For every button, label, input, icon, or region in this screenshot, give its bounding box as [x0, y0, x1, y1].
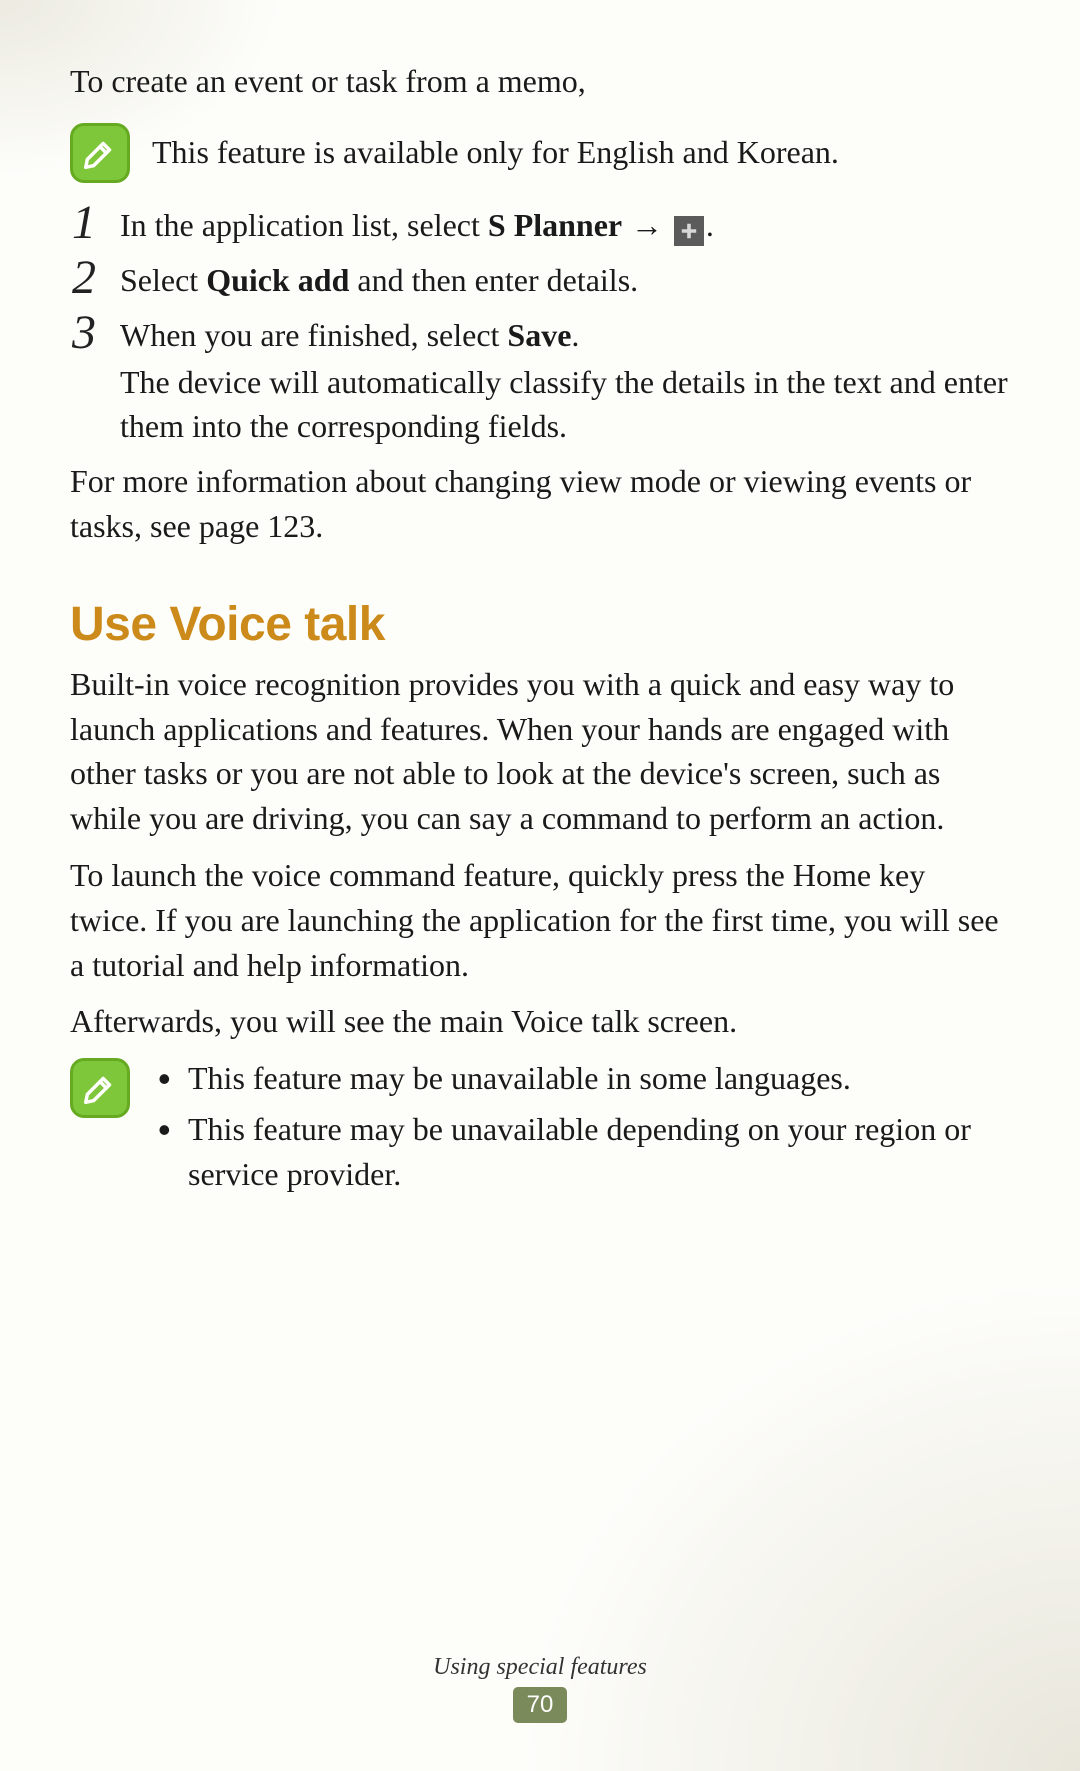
- step-3-text-a: When you are finished, select: [120, 317, 507, 353]
- step-2-text-a: Select: [120, 262, 206, 298]
- step-1-text-d: .: [706, 207, 714, 243]
- voice-paragraph-3: Afterwards, you will see the main Voice …: [70, 999, 1010, 1044]
- page-number-badge: 70: [513, 1687, 568, 1723]
- step-1-arrow: →: [622, 207, 672, 243]
- note-list-2: This feature may be unavailable in some …: [152, 1056, 1010, 1202]
- step-3-bold: Save: [507, 317, 571, 353]
- step-2-text-c: and then enter details.: [349, 262, 638, 298]
- voice-paragraph-2: To launch the voice command feature, qui…: [70, 853, 1010, 987]
- note-icon: [70, 123, 130, 183]
- step-1-text-a: In the application list, select: [120, 207, 488, 243]
- note-block-1: This feature is available only for Engli…: [70, 121, 1010, 183]
- step-1-bold: S Planner: [488, 207, 622, 243]
- manual-page: To create an event or task from a memo, …: [0, 0, 1080, 1771]
- step-3-text-c: .: [571, 317, 579, 353]
- note-2-item-1: This feature may be unavailable in some …: [152, 1056, 1010, 1101]
- note-2-item-2: This feature may be unavailable dependin…: [152, 1107, 1010, 1197]
- more-info-text: For more information about changing view…: [70, 459, 1010, 549]
- plus-icon: [674, 216, 704, 246]
- footer-section-title: Using special features: [0, 1654, 1080, 1681]
- steps-list: In the application list, select S Planne…: [70, 203, 1010, 449]
- note-text-1: This feature is available only for Engli…: [152, 121, 839, 174]
- voice-paragraph-1: Built-in voice recognition provides you …: [70, 662, 1010, 841]
- step-2-bold: Quick add: [206, 262, 349, 298]
- step-2: Select Quick add and then enter details.: [70, 258, 1010, 303]
- intro-text: To create an event or task from a memo,: [70, 60, 1010, 103]
- section-heading: Use Voice talk: [70, 597, 1010, 652]
- page-footer: Using special features 70: [0, 1654, 1080, 1723]
- note-block-2: This feature may be unavailable in some …: [70, 1056, 1010, 1202]
- note-icon: [70, 1058, 130, 1118]
- step-3: When you are finished, select Save. The …: [70, 313, 1010, 449]
- step-3-sub: The device will automatically classify t…: [120, 360, 1010, 450]
- step-1: In the application list, select S Planne…: [70, 203, 1010, 248]
